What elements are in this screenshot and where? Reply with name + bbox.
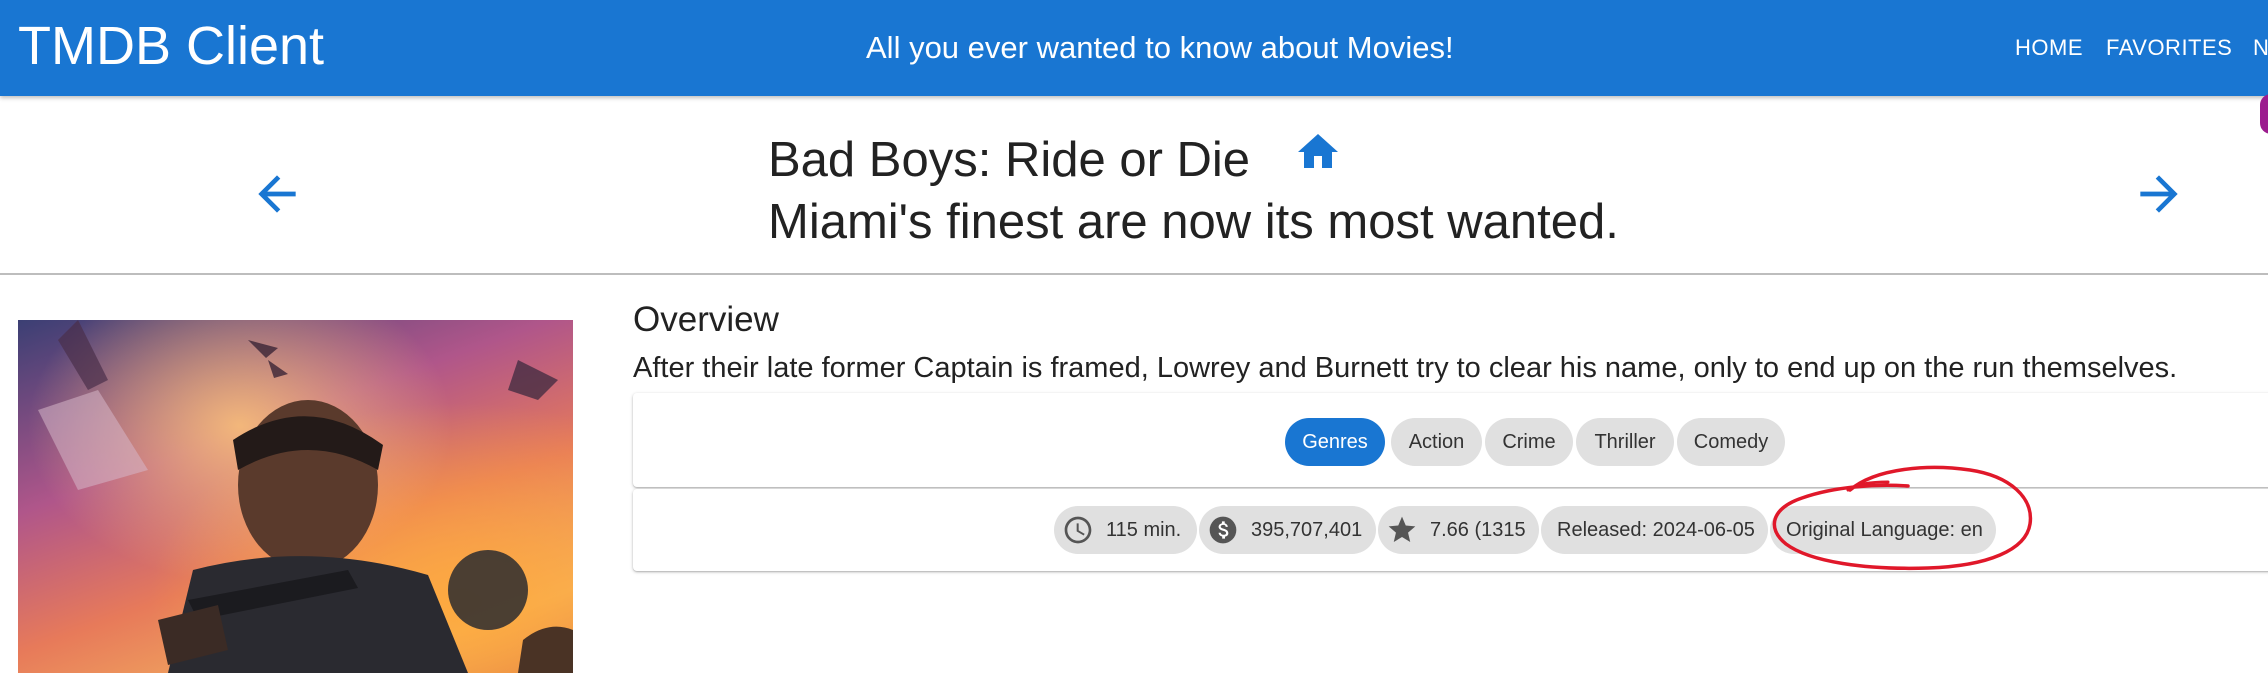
app-bar: TMDB Client All you ever wanted to know … <box>0 0 2268 96</box>
revenue-chip: 395,707,401 <box>1199 506 1376 554</box>
star-icon <box>1388 516 1416 542</box>
movie-tagline: Miami's finest are now its most wanted. <box>768 195 1619 249</box>
arrow-forward-icon <box>2140 175 2178 213</box>
rating-value: 7.66 (1315 <box>1430 519 1526 541</box>
overview-heading: Overview <box>633 300 779 339</box>
homepage-link[interactable] <box>1294 128 1342 176</box>
clock-icon <box>1064 516 1092 544</box>
app-tagline: All you ever wanted to know about Movies… <box>866 30 1454 65</box>
revenue-value: 395,707,401 <box>1251 519 1363 541</box>
nav-home[interactable]: HOME <box>2015 34 2083 62</box>
movie-poster <box>18 320 573 673</box>
facts-panel: 115 min. 395,707,401 7.66 (1315 Released… <box>633 489 2268 571</box>
rating-chip: 7.66 (1315 <box>1378 506 1539 554</box>
previous-button[interactable] <box>249 166 305 222</box>
dollar-icon <box>1209 516 1237 544</box>
app-title: TMDB Client <box>18 16 325 76</box>
genre-chip-thriller[interactable]: Thriller <box>1576 418 1674 466</box>
genre-chip-crime[interactable]: Crime <box>1485 418 1573 466</box>
nav-item-truncated[interactable]: N <box>2253 34 2268 62</box>
overview-text: After their late former Captain is frame… <box>633 352 2178 384</box>
next-button[interactable] <box>2131 166 2187 222</box>
genre-chip-comedy[interactable]: Comedy <box>1677 418 1785 466</box>
nav-favorites[interactable]: FAVORITES <box>2106 34 2232 62</box>
movie-title: Bad Boys: Ride or Die <box>768 133 1251 187</box>
home-icon <box>1298 134 1338 168</box>
genres-panel: Genres Action Crime Thriller Comedy <box>633 393 2268 487</box>
original-language-chip: Original Language: en <box>1770 506 1996 554</box>
genre-chip-action[interactable]: Action <box>1391 418 1482 466</box>
runtime-chip: 115 min. <box>1054 506 1197 554</box>
release-date-chip: Released: 2024-06-05 <box>1541 506 1768 554</box>
genres-label-chip: Genres <box>1285 418 1385 466</box>
runtime-value: 115 min. <box>1106 519 1182 541</box>
header-divider <box>0 273 2268 275</box>
arrow-back-icon <box>258 175 296 213</box>
